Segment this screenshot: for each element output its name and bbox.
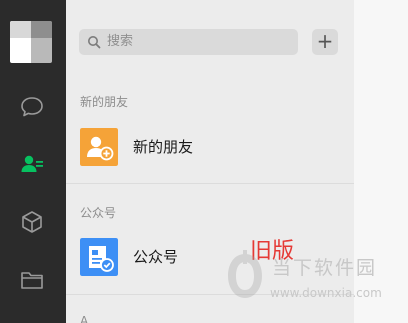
new-friends-item[interactable]: 新的朋友 [133,138,193,156]
add-button[interactable]: + [312,29,338,55]
new-friend-icon[interactable] [80,128,118,166]
folder-icon[interactable] [18,266,46,294]
chat-bubble-icon[interactable] [18,93,46,121]
contacts-icon[interactable] [18,150,46,178]
official-accounts-item[interactable]: 公众号 [133,248,178,266]
navigation-sidebar [0,0,66,323]
section-header-official-accounts: 公众号 [80,206,117,220]
search-placeholder: 搜索 [107,34,134,49]
watermark-url: www.downxia.com [270,286,382,300]
official-account-icon[interactable] [80,238,118,276]
watermark-name: 当下软件园 [272,257,378,279]
avatar[interactable] [10,21,52,63]
section-header-new-friends: 新的朋友 [80,95,129,109]
section-header-a: A [80,314,89,323]
watermark-logo-icon [228,250,262,298]
cube-icon[interactable] [18,208,46,236]
divider [66,183,354,184]
search-icon [88,36,101,49]
